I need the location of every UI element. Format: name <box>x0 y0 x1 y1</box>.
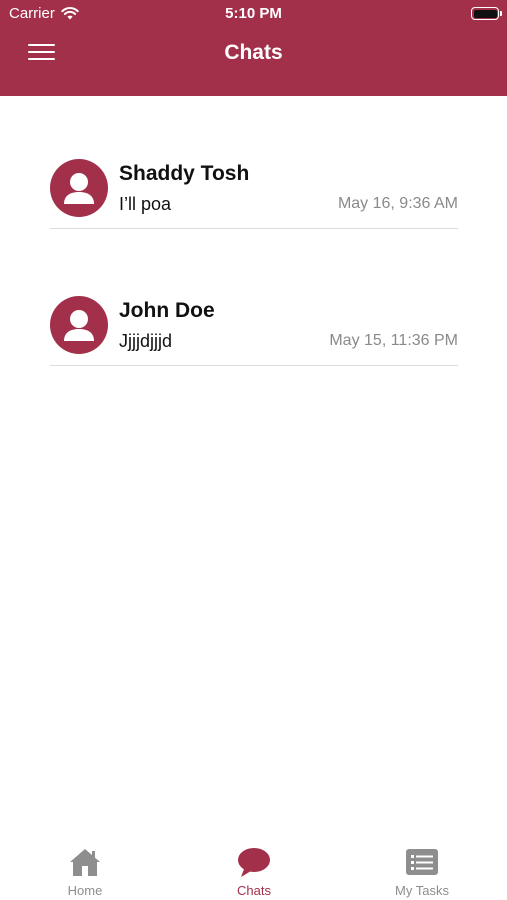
task-list-icon <box>406 849 438 875</box>
tab-chats-label: Chats <box>237 883 271 898</box>
home-icon <box>70 849 100 876</box>
tab-chats[interactable]: Chats <box>194 838 314 900</box>
chat-timestamp: May 15, 11:36 PM <box>329 332 458 349</box>
status-time: 5:10 PM <box>225 5 282 22</box>
chat-list-item[interactable]: John Doe Jjjjdjjjd May 15, 11:36 PM <box>50 296 458 384</box>
chat-bubble-icon <box>238 848 270 877</box>
avatar <box>50 296 108 354</box>
chat-list-item[interactable]: Shaddy Tosh I’ll poa May 16, 9:36 AM <box>50 159 458 247</box>
person-icon <box>64 310 94 341</box>
battery-icon <box>471 7 502 20</box>
divider <box>50 228 458 229</box>
chat-contact-name: John Doe <box>119 299 215 322</box>
app-header: Carrier 5:10 PM Chats <box>0 0 507 96</box>
avatar <box>50 159 108 217</box>
tab-my-tasks-label: My Tasks <box>395 883 449 898</box>
chat-contact-name: Shaddy Tosh <box>119 162 250 185</box>
battery-level <box>473 9 497 18</box>
status-bar: Carrier 5:10 PM <box>0 0 507 28</box>
tab-home-label: Home <box>67 883 103 898</box>
person-icon <box>64 173 94 204</box>
bottom-tab-bar: Home Chats My Tasks <box>0 838 507 900</box>
chat-timestamp: May 16, 9:36 AM <box>337 195 458 212</box>
chat-last-message: Jjjjdjjjd <box>119 331 173 351</box>
chat-last-message: I’ll poa <box>119 194 172 214</box>
divider <box>50 365 458 366</box>
tab-home[interactable]: Home <box>25 838 145 900</box>
page-title: Chats <box>224 41 283 64</box>
tab-my-tasks[interactable]: My Tasks <box>362 838 482 900</box>
